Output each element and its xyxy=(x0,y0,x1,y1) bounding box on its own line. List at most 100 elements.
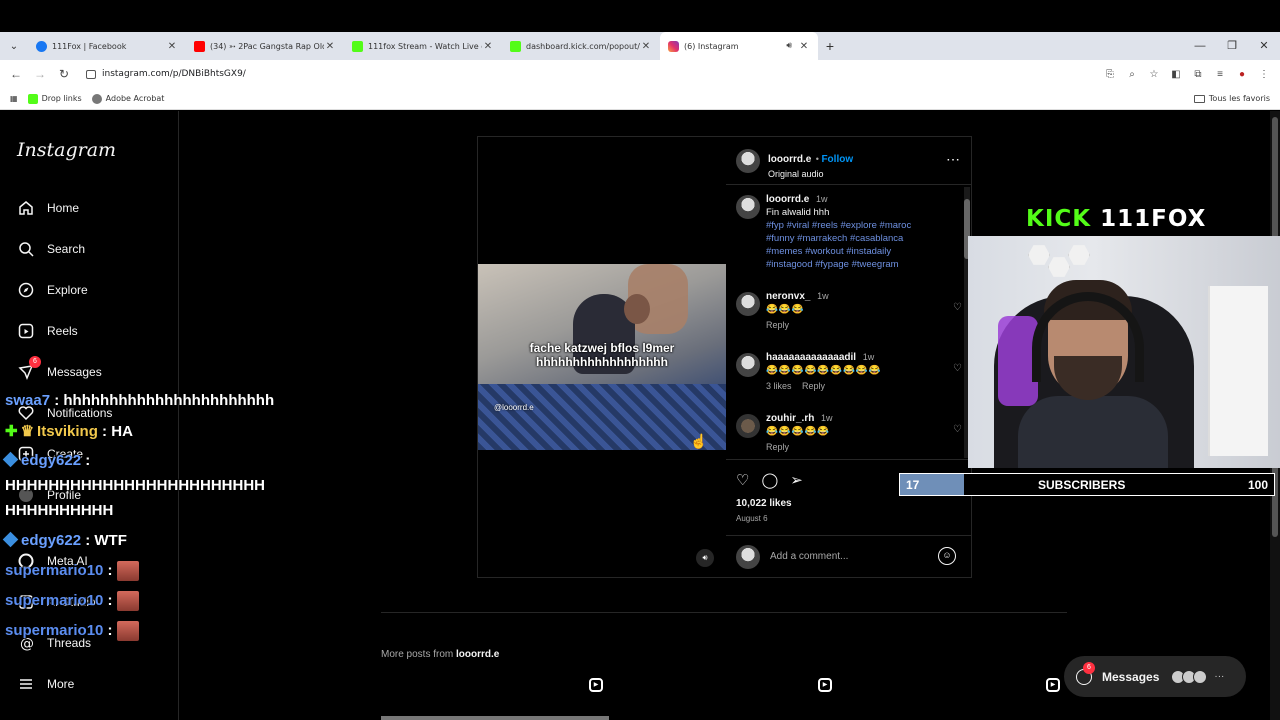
comment-username[interactable]: haaaaaaaaaaaaadil xyxy=(766,352,856,363)
comment-time: 1w xyxy=(820,413,833,423)
hashtags[interactable]: #instagood #fypage #tweegram xyxy=(766,258,956,271)
wall-decor xyxy=(1068,245,1090,265)
likes-count[interactable]: 10,022 likes xyxy=(736,498,792,509)
notification-badge: 6 xyxy=(29,356,41,368)
restore-icon[interactable]: ❐ xyxy=(1216,32,1248,60)
more-options-icon[interactable]: ⋯ xyxy=(946,151,960,168)
instagram-logo[interactable]: Instagram xyxy=(17,139,116,161)
reels-icon xyxy=(17,322,35,340)
close-tab-icon[interactable]: ✕ xyxy=(640,41,652,52)
sidebar-item-home[interactable]: Home xyxy=(17,199,79,217)
more-posts-prefix: More posts from xyxy=(381,649,454,660)
menu-icon xyxy=(17,675,35,693)
original-audio-link[interactable]: Original audio xyxy=(768,169,853,179)
zoom-icon[interactable]: ⌕ xyxy=(1124,69,1140,80)
tab-search-button[interactable]: ⌄ xyxy=(0,32,28,60)
author-avatar[interactable] xyxy=(736,149,760,173)
like-comment-icon[interactable]: ♡ xyxy=(953,363,962,374)
chat-separator: : xyxy=(50,392,64,409)
comment-likes[interactable]: 3 likes xyxy=(766,381,792,391)
follow-button[interactable]: Follow xyxy=(821,154,853,165)
sidebar-item-more[interactable]: More xyxy=(17,675,74,693)
comment-icon[interactable]: ◯ xyxy=(761,471,778,489)
puzzle-icon[interactable]: ⧉ xyxy=(1190,69,1206,80)
comment-time: 1w xyxy=(815,194,828,204)
reply-button[interactable]: Reply xyxy=(802,381,825,391)
streamer-body xyxy=(1018,396,1168,468)
post-dialog: fache katzwej bflos l9mer hhhhhhhhhhhhhh… xyxy=(477,136,972,578)
media-control-icon[interactable]: ≡ xyxy=(1212,69,1228,80)
install-app-icon[interactable]: ⎘ xyxy=(1102,69,1118,80)
url-field[interactable]: instagram.com/p/DNBiBhtsGX9/ xyxy=(86,69,246,79)
speaker-icon[interactable]: 🔊︎ xyxy=(786,41,792,51)
like-comment-icon[interactable]: ♡ xyxy=(953,424,962,435)
comment-username[interactable]: zouhir_.rh xyxy=(766,413,814,424)
commenter-avatar[interactable] xyxy=(736,353,760,377)
author-avatar[interactable] xyxy=(736,195,760,219)
tab-youtube[interactable]: (34) ➳ 2Pac Gangsta Rap Old S ✕ xyxy=(186,32,344,60)
tab-instagram[interactable]: (6) Instagram 🔊︎ ✕ xyxy=(660,32,818,60)
site-info-icon[interactable] xyxy=(86,69,96,79)
close-tab-icon[interactable]: ✕ xyxy=(482,41,494,52)
own-avatar xyxy=(736,545,760,569)
commenter-avatar[interactable] xyxy=(736,414,760,438)
star-icon[interactable]: ☆ xyxy=(1146,69,1162,80)
sidebar-item-search[interactable]: Search xyxy=(17,240,85,258)
apps-icon[interactable]: ▦ xyxy=(10,94,18,103)
comment-item: haaaaaaaaaaaaadil 1w 😂😂😂😂😂😂😂😂😂 3 likes R… xyxy=(736,351,962,393)
new-tab-button[interactable]: + xyxy=(818,38,842,54)
profile-icon[interactable]: ● xyxy=(1234,69,1250,80)
more-posts-username[interactable]: looorrd.e xyxy=(456,649,499,660)
reply-button[interactable]: Reply xyxy=(766,319,956,332)
video-caption: fache katzwej bflos l9mer hhhhhhhhhhhhhh… xyxy=(478,341,726,369)
chat-username: edgy622 xyxy=(21,532,82,549)
emoji-icon[interactable]: ☺ xyxy=(938,547,956,565)
like-comment-icon[interactable]: ♡ xyxy=(953,302,962,313)
commenter-avatar[interactable] xyxy=(736,292,760,316)
sidebar-item-explore[interactable]: Explore xyxy=(17,281,88,299)
close-tab-icon[interactable]: ✕ xyxy=(166,41,178,52)
reload-icon[interactable]: ↻ xyxy=(52,67,76,81)
chat-separator: : xyxy=(97,423,112,440)
post-thumbnail[interactable] xyxy=(381,716,609,720)
caption-text: Fin alwalid hhh xyxy=(766,207,830,218)
close-tab-icon[interactable]: ✕ xyxy=(324,41,336,52)
chat-separator: : xyxy=(103,621,117,639)
all-bookmarks-folder[interactable]: Tous les favoris xyxy=(1193,94,1270,103)
author-username[interactable]: looorrd.e xyxy=(768,154,811,165)
close-tab-icon[interactable]: ✕ xyxy=(798,41,810,52)
comment-input[interactable]: Add a comment... xyxy=(770,551,848,562)
tab-facebook[interactable]: 111Fox | Facebook ✕ xyxy=(28,32,186,60)
sidebar-item-messages[interactable]: 6 Messages xyxy=(17,356,102,381)
video-blanket xyxy=(478,384,726,450)
kick-wordmark: KICK xyxy=(1026,206,1092,232)
reel-video[interactable]: fache katzwej bflos l9mer hhhhhhhhhhhhhh… xyxy=(478,264,726,450)
url-text: instagram.com/p/DNBiBhtsGX9/ xyxy=(102,69,246,79)
comment-username[interactable]: looorrd.e xyxy=(766,194,809,205)
chat-username: supermario10 xyxy=(5,591,104,609)
hashtags[interactable]: #memes #workout #instadaily xyxy=(766,245,956,258)
extension-icon[interactable]: ◧ xyxy=(1168,69,1184,80)
tab-kick-stream[interactable]: 111fox Stream - Watch Live on ✕ xyxy=(344,32,502,60)
comment-username[interactable]: neronvx_ xyxy=(766,291,810,302)
bookmark-drop-links[interactable]: Drop links xyxy=(27,93,82,104)
back-icon[interactable]: ← xyxy=(4,67,28,81)
close-window-icon[interactable]: ✕ xyxy=(1248,32,1280,60)
like-icon[interactable]: ♡ xyxy=(736,471,749,489)
forward-icon[interactable]: → xyxy=(28,67,52,81)
window-controls: — ❐ ✕ xyxy=(1184,32,1280,60)
mute-toggle-icon[interactable]: 🔊︎ xyxy=(696,549,714,567)
post-media[interactable]: fache katzwej bflos l9mer hhhhhhhhhhhhhh… xyxy=(478,137,726,577)
minimize-icon[interactable]: — xyxy=(1184,32,1216,60)
wall-decor xyxy=(1048,257,1070,277)
hashtags[interactable]: #fyp #viral #reels #explore #maroc xyxy=(766,219,956,232)
share-icon[interactable]: ➢ xyxy=(790,471,803,489)
bookmark-adobe-acrobat[interactable]: Adobe Acrobat xyxy=(91,93,164,104)
reply-button[interactable]: Reply xyxy=(766,441,956,454)
hashtags[interactable]: #funny #marrakech #casablanca xyxy=(766,232,956,245)
messages-pill[interactable]: 6 Messages ··· xyxy=(1064,656,1246,697)
kebab-menu-icon[interactable]: ⋮ xyxy=(1256,69,1272,80)
chat-text: HHHHHHHHHHHHHHHHHHHHHHHH xyxy=(5,477,265,494)
sidebar-item-reels[interactable]: Reels xyxy=(17,322,78,340)
tab-kick-dashboard[interactable]: dashboard.kick.com/popout/1 ✕ xyxy=(502,32,660,60)
